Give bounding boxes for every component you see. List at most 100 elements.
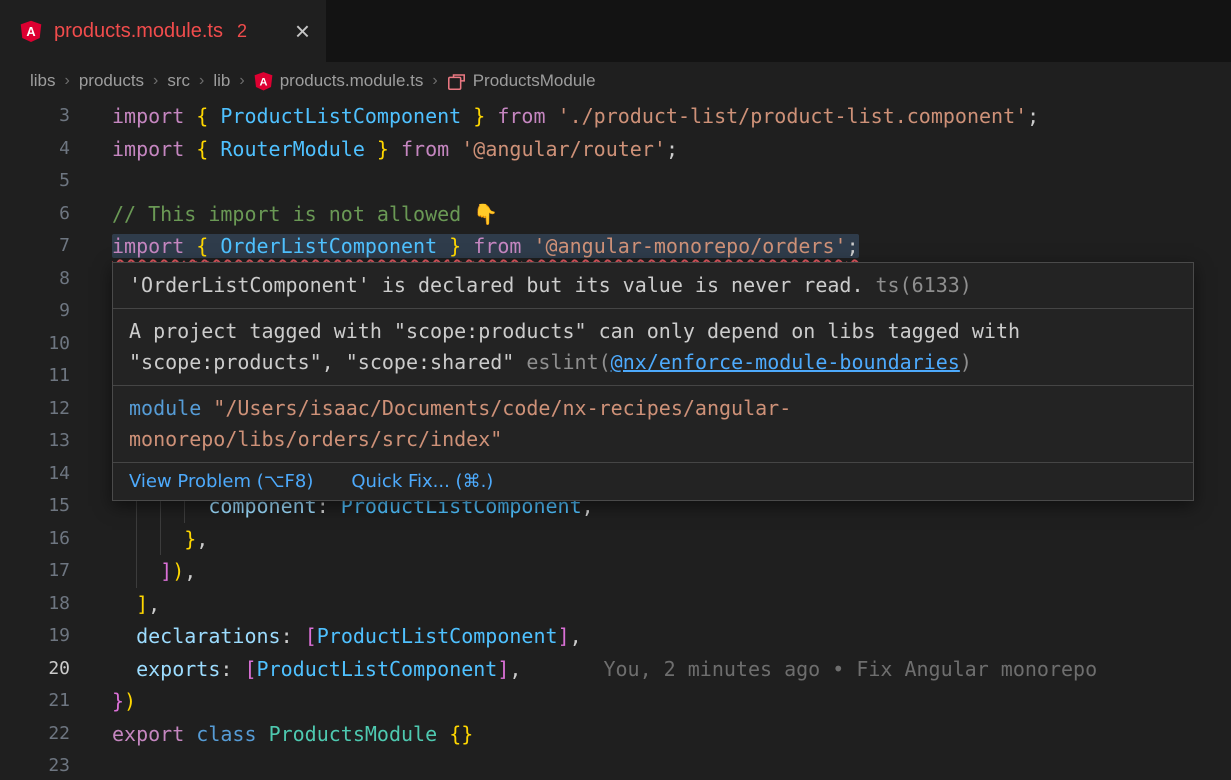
module-info-line1: module "/Users/isaac/Documents/code/nx-r…	[129, 393, 1177, 424]
line-content[interactable]	[70, 425, 112, 458]
code-line-20[interactable]: 20 exports: [ProductListComponent],You, …	[0, 653, 1231, 686]
code-line-17[interactable]: 17 ]),	[0, 555, 1231, 588]
line-content[interactable]	[70, 263, 112, 296]
angular-icon: A	[254, 71, 273, 91]
ts-diagnostic-code: ts(6133)	[876, 273, 972, 297]
symbol-class-icon	[447, 72, 466, 91]
hover-status-bar: View Problem (⌥F8) Quick Fix... (⌘.)	[113, 463, 1193, 500]
breadcrumb-label: libs	[30, 71, 56, 91]
eslint-rule-link[interactable]: @nx/enforce-module-boundaries	[611, 350, 960, 374]
line-number: 22	[0, 718, 70, 751]
breadcrumb-label: ProductsModule	[473, 71, 596, 91]
breadcrumb-item-src[interactable]: src	[167, 71, 190, 91]
module-path-line1: "/Users/isaac/Documents/code/nx-recipes/…	[201, 396, 791, 420]
line-content[interactable]	[70, 393, 112, 426]
tab-title: products.module.ts	[54, 20, 223, 43]
line-number: 14	[0, 458, 70, 491]
code-line-5[interactable]: 5	[0, 165, 1231, 198]
module-keyword: module	[129, 396, 201, 420]
code-line-16[interactable]: 16 },	[0, 523, 1231, 556]
line-content[interactable]: ]),	[70, 555, 196, 588]
line-number: 4	[0, 133, 70, 166]
line-number: 12	[0, 393, 70, 426]
line-number: 20	[0, 653, 70, 686]
line-number: 8	[0, 263, 70, 296]
hover-module-info: module "/Users/isaac/Documents/code/nx-r…	[113, 386, 1193, 463]
line-content[interactable]: })	[70, 685, 136, 718]
svg-text:A: A	[259, 76, 267, 88]
breadcrumb-item-products-module-ts[interactable]: Aproducts.module.ts	[254, 71, 424, 91]
line-number: 5	[0, 165, 70, 198]
module-path-line2: monorepo/libs/orders/src/index"	[129, 427, 502, 451]
editor-tab-bar: A products.module.ts 2 ×	[0, 0, 1231, 62]
eslint-message-line2-text: "scope:products", "scope:shared"	[129, 350, 526, 374]
eslint-message-line1: A project tagged with "scope:products" c…	[129, 316, 1177, 347]
breadcrumb-label: products.module.ts	[280, 71, 424, 91]
indent-guide	[136, 490, 137, 588]
chevron-right-icon: ›	[199, 72, 204, 90]
line-content[interactable]: ],	[70, 588, 160, 621]
chevron-right-icon: ›	[65, 72, 70, 90]
tab-products-module-ts[interactable]: A products.module.ts 2 ×	[0, 0, 326, 62]
code-line-19[interactable]: 19 declarations: [ProductListComponent],	[0, 620, 1231, 653]
breadcrumb: libs › products › src › lib › Aproducts.module.t…	[0, 62, 1231, 100]
code-line-18[interactable]: 18 ],	[0, 588, 1231, 621]
line-number: 13	[0, 425, 70, 458]
line-number: 21	[0, 685, 70, 718]
chevron-right-icon: ›	[432, 72, 437, 90]
code-line-6[interactable]: 6// This import is not allowed 👇	[0, 198, 1231, 231]
angular-icon: A	[20, 19, 42, 43]
line-content[interactable]: declarations: [ProductListComponent],	[70, 620, 582, 653]
hover-eslint-diagnostic: A project tagged with "scope:products" c…	[113, 309, 1193, 386]
breadcrumb-item-productsmodule[interactable]: ProductsModule	[447, 71, 596, 91]
eslint-source-close: )	[960, 350, 972, 374]
chevron-right-icon: ›	[239, 72, 244, 90]
code-line-3[interactable]: 3import { ProductListComponent } from '.…	[0, 100, 1231, 133]
line-content[interactable]	[70, 295, 112, 328]
tab-close-icon[interactable]: ×	[295, 18, 310, 44]
code-line-7[interactable]: 7import { OrderListComponent } from '@an…	[0, 230, 1231, 263]
eslint-source-open: eslint(	[526, 350, 610, 374]
line-number: 17	[0, 555, 70, 588]
code-line-4[interactable]: 4import { RouterModule } from '@angular/…	[0, 133, 1231, 166]
line-number: 11	[0, 360, 70, 393]
quick-fix-action[interactable]: Quick Fix... (⌘.)	[351, 471, 493, 492]
line-number: 6	[0, 198, 70, 231]
breadcrumb-item-lib[interactable]: lib	[213, 71, 230, 91]
tab-problems-badge: 2	[237, 21, 247, 42]
error-highlighted-statement[interactable]: import { OrderListComponent } from '@ang…	[112, 234, 859, 258]
view-problem-action[interactable]: View Problem (⌥F8)	[129, 471, 313, 492]
code-line-23[interactable]: 23	[0, 750, 1231, 780]
breadcrumb-item-libs[interactable]: libs	[30, 71, 56, 91]
line-content[interactable]: exports: [ProductListComponent],You, 2 m…	[70, 653, 1097, 686]
line-number: 19	[0, 620, 70, 653]
line-content[interactable]: import { ProductListComponent } from './…	[70, 100, 1039, 133]
line-content[interactable]	[70, 360, 112, 393]
breadcrumb-item-products[interactable]: products	[79, 71, 144, 91]
line-number: 9	[0, 295, 70, 328]
eslint-message-line2: "scope:products", "scope:shared" eslint(…	[129, 347, 1177, 378]
line-content[interactable]: },	[70, 523, 208, 556]
line-number: 3	[0, 100, 70, 133]
line-content[interactable]	[70, 328, 112, 361]
code-editor[interactable]: 3import { ProductListComponent } from '.…	[0, 100, 1231, 780]
line-number: 23	[0, 750, 70, 780]
breadcrumb-label: src	[167, 71, 190, 91]
vscode-window: A products.module.ts 2 × libs › products › s…	[0, 0, 1231, 780]
svg-text:A: A	[26, 24, 35, 39]
chevron-right-icon: ›	[153, 72, 158, 90]
line-content[interactable]	[70, 165, 112, 198]
breadcrumb-label: products	[79, 71, 144, 91]
line-content[interactable]: // This import is not allowed 👇	[70, 198, 498, 231]
line-content[interactable]	[70, 750, 112, 780]
line-content[interactable]: export class ProductsModule {}	[70, 718, 473, 751]
hover-ts-diagnostic: 'OrderListComponent' is declared but its…	[113, 263, 1193, 309]
line-content[interactable]	[70, 458, 112, 491]
code-line-22[interactable]: 22export class ProductsModule {}	[0, 718, 1231, 751]
line-number: 15	[0, 490, 70, 523]
module-info-line2: monorepo/libs/orders/src/index"	[129, 424, 1177, 455]
line-content[interactable]: import { OrderListComponent } from '@ang…	[70, 230, 859, 263]
line-number: 16	[0, 523, 70, 556]
code-line-21[interactable]: 21})	[0, 685, 1231, 718]
line-content[interactable]: import { RouterModule } from '@angular/r…	[70, 133, 678, 166]
